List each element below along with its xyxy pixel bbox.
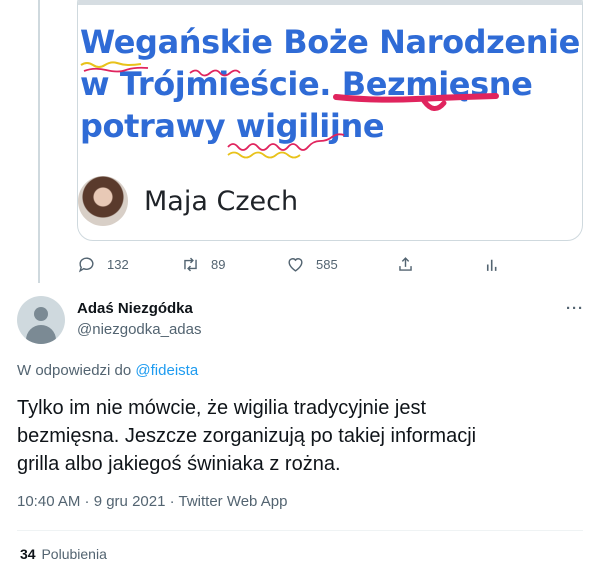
tweet-text-line-1: Tylko im nie mówcie, że wigilia tradycyj… bbox=[17, 397, 427, 419]
card-image-edge bbox=[78, 0, 582, 5]
author-name: Maja Czech bbox=[144, 185, 299, 217]
reply-button[interactable]: 132 bbox=[77, 252, 129, 276]
card-author: Maja Czech bbox=[78, 176, 298, 226]
analytics-icon bbox=[486, 259, 497, 271]
reply-context: W odpowiedzi do @fideista bbox=[17, 362, 198, 379]
quoted-link-card[interactable]: Wegańskie Boże Narodzenie w Trójmieście.… bbox=[77, 0, 583, 241]
tweet-text-line-3: grilla albo jakiegoś świniaka z rożna. bbox=[17, 453, 341, 475]
headline-line-2: w Trójmieście. Bezmięsne bbox=[80, 65, 533, 103]
parent-tweet-actions: 132 89 585 bbox=[77, 252, 507, 276]
tweet-text-line-2: bezmięsna. Jeszcze zorganizują po takiej… bbox=[17, 425, 477, 447]
share-button[interactable] bbox=[396, 252, 415, 276]
user-handle[interactable]: @niezgodka_adas bbox=[77, 321, 201, 338]
author-avatar bbox=[78, 176, 128, 226]
retweet-button[interactable]: 89 bbox=[181, 252, 225, 276]
likes-count: 34 bbox=[20, 546, 36, 562]
reply-icon bbox=[78, 256, 94, 272]
card-headline: Wegańskie Boże Narodzenie w Trójmieście.… bbox=[80, 21, 580, 147]
likes-label: Polubienia bbox=[41, 546, 107, 562]
divider bbox=[17, 530, 583, 531]
more-icon[interactable]: ··· bbox=[566, 300, 584, 317]
like-icon bbox=[288, 257, 303, 272]
like-count: 585 bbox=[316, 256, 338, 272]
headline-line-3: potrawy wigilijne bbox=[80, 107, 385, 145]
share-icon bbox=[399, 256, 412, 271]
reply-count: 132 bbox=[107, 256, 129, 272]
display-name[interactable]: Adaś Niezgódka bbox=[77, 300, 193, 317]
analytics-button[interactable] bbox=[483, 252, 502, 276]
tweet-timestamp[interactable]: 10:40 AM · 9 gru 2021 · Twitter Web App bbox=[17, 493, 287, 510]
tweet-text: Tylko im nie mówcie, że wigilia tradycyj… bbox=[17, 394, 577, 478]
reply-prefix: W odpowiedzi do bbox=[17, 362, 136, 379]
reply-to-link[interactable]: @fideista bbox=[135, 362, 198, 379]
retweet-count: 89 bbox=[211, 256, 226, 272]
like-button[interactable]: 585 bbox=[286, 252, 338, 276]
avatar-body bbox=[26, 325, 56, 344]
retweet-icon bbox=[184, 257, 197, 271]
user-avatar[interactable] bbox=[17, 296, 65, 344]
headline-line-1: Wegańskie Boże Narodzenie bbox=[80, 23, 580, 61]
avatar-head bbox=[34, 307, 48, 321]
thread-line bbox=[38, 0, 40, 283]
likes-stat[interactable]: 34 Polubienia bbox=[20, 546, 107, 562]
